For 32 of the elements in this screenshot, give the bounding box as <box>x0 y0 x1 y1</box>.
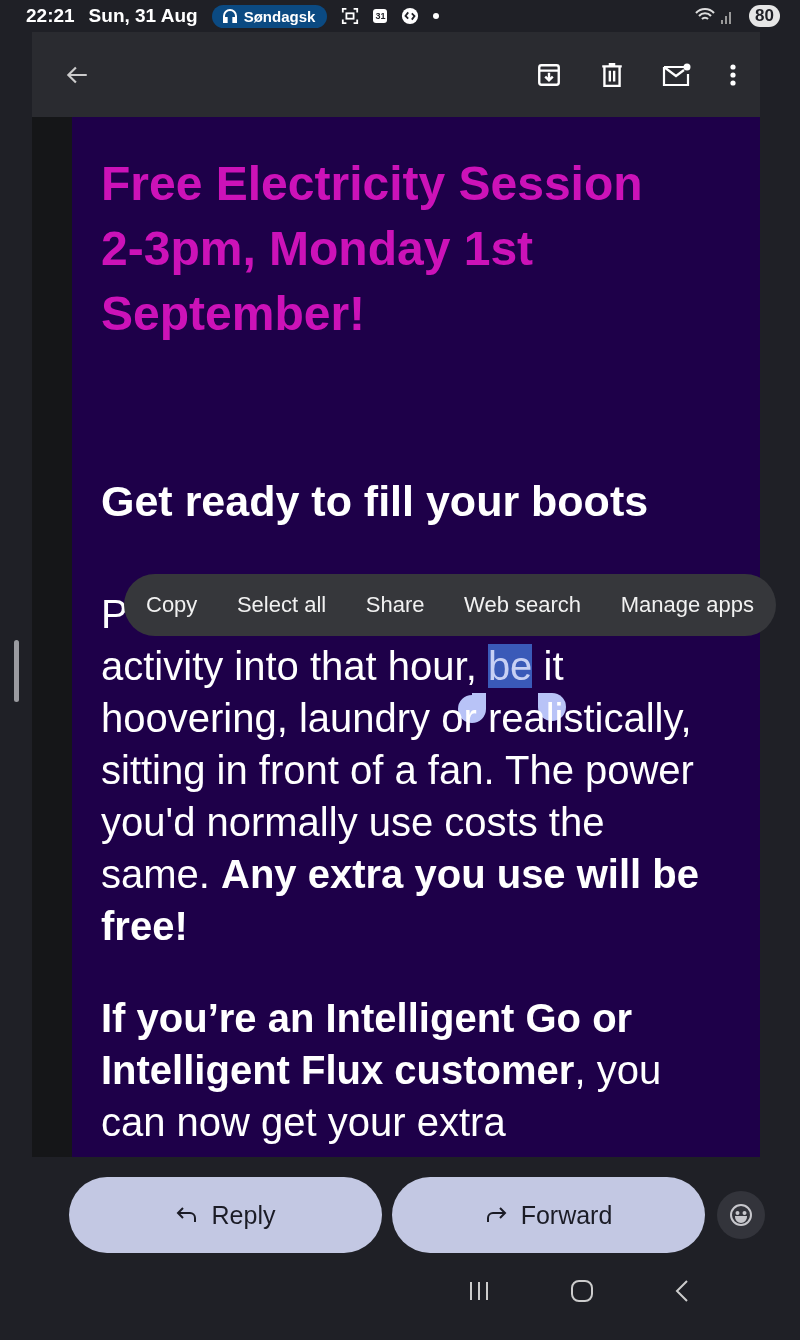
forward-button[interactable]: Forward <box>392 1177 705 1253</box>
back-icon[interactable] <box>674 1279 690 1303</box>
menu-item[interactable]: Manage apps <box>620 592 754 618</box>
emoji-button[interactable] <box>717 1191 765 1239</box>
reply-button[interactable]: Reply <box>69 1177 382 1253</box>
home-icon[interactable] <box>570 1279 594 1303</box>
smiley-icon <box>729 1203 753 1227</box>
menu-item[interactable]: Copy <box>146 592 198 618</box>
email-title: Free Electricity Session 2-3pm, Monday 1st September! <box>101 156 644 342</box>
menu-item[interactable]: Web search <box>464 592 582 618</box>
media-pill[interactable]: Søndagsk <box>211 4 328 28</box>
calendar-icon: 31 <box>373 9 388 23</box>
recent-apps-icon[interactable] <box>468 1281 490 1301</box>
archive-icon[interactable] <box>536 61 562 88</box>
more-icon[interactable] <box>730 63 736 86</box>
menu-item[interactable]: Share <box>365 592 425 618</box>
status-time: 22:21 <box>26 5 75 27</box>
battery-level: 80 <box>749 5 780 27</box>
email-subheading: Get ready to fill your boots <box>101 476 650 527</box>
dot-icon <box>433 13 440 19</box>
email-paragraph: If you’re an Intelligent Go or Intelligent Flux customer, you can now get your extra <box>101 995 663 1146</box>
email-paragraph: activity into that hour, be it hoovering, laundry or realistically, sitting in front of a fan. The power you'd normally use costs the same. Any extra you use will be free! <box>101 643 700 950</box>
edge-handle[interactable] <box>13 640 19 702</box>
mail-icon[interactable] <box>662 61 692 88</box>
forward-icon <box>484 1206 507 1224</box>
reply-icon <box>175 1206 198 1224</box>
trash-icon[interactable] <box>600 61 624 88</box>
paragraph-start: P <box>101 591 128 638</box>
headphones-icon <box>221 8 238 24</box>
status-date: Sun, 31 Aug <box>88 5 198 27</box>
menu-item[interactable]: Select all <box>236 592 327 618</box>
screenshot-icon <box>341 7 360 25</box>
